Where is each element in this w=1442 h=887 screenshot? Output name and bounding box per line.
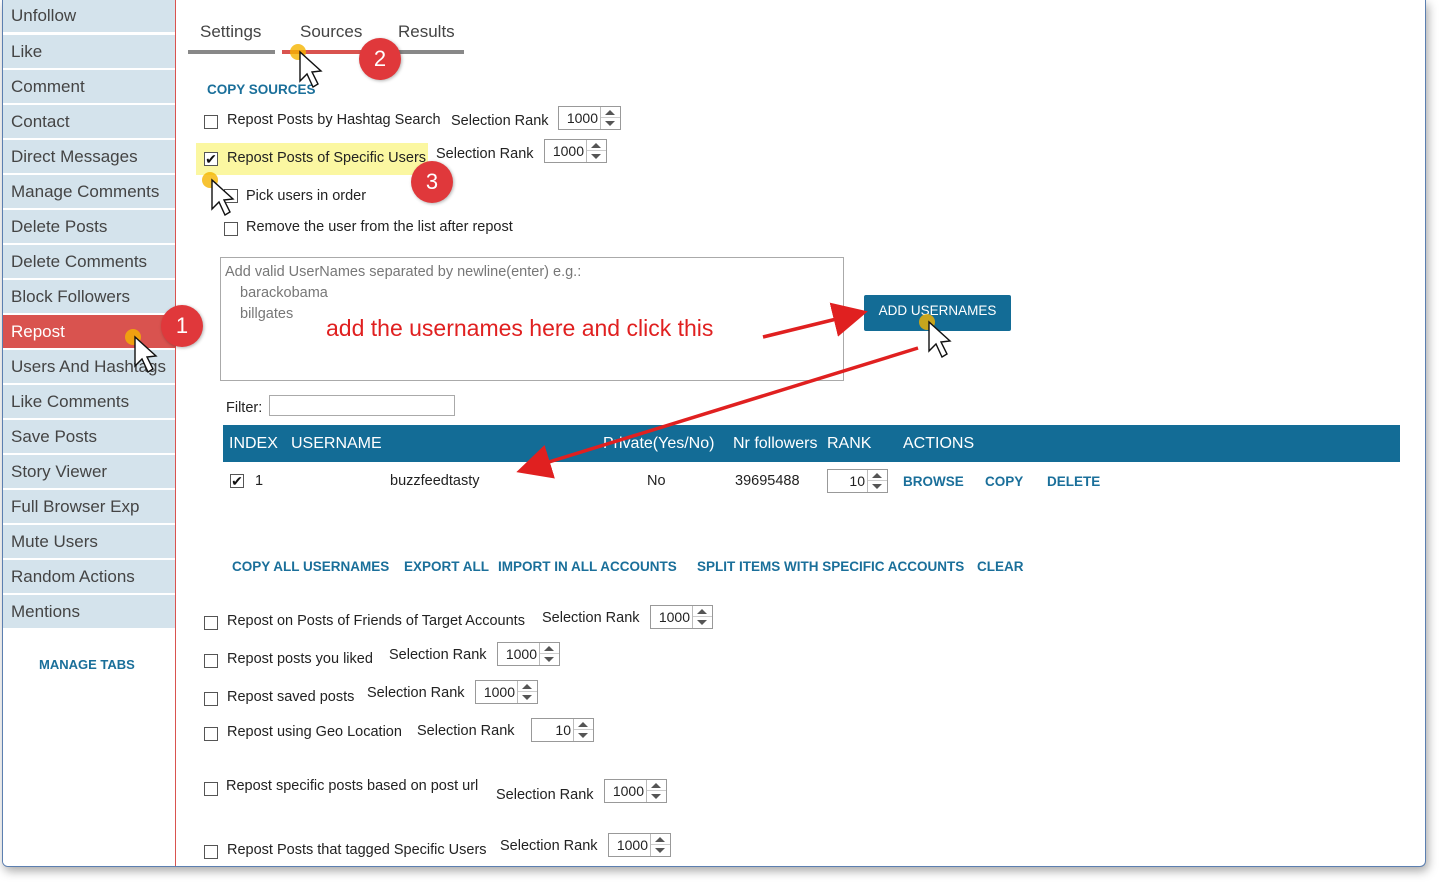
cursor-icon	[125, 329, 158, 374]
arrow-to-table-row	[516, 346, 919, 479]
cursor-icon	[290, 44, 323, 89]
app-window: Unfollow Like Comment Contact Direct Mes…	[2, 0, 1426, 867]
annotation-arrows	[125, 44, 952, 479]
cursor-icon	[202, 172, 235, 217]
cursor-icon	[919, 314, 952, 359]
arrow-to-add-button	[762, 302, 868, 339]
